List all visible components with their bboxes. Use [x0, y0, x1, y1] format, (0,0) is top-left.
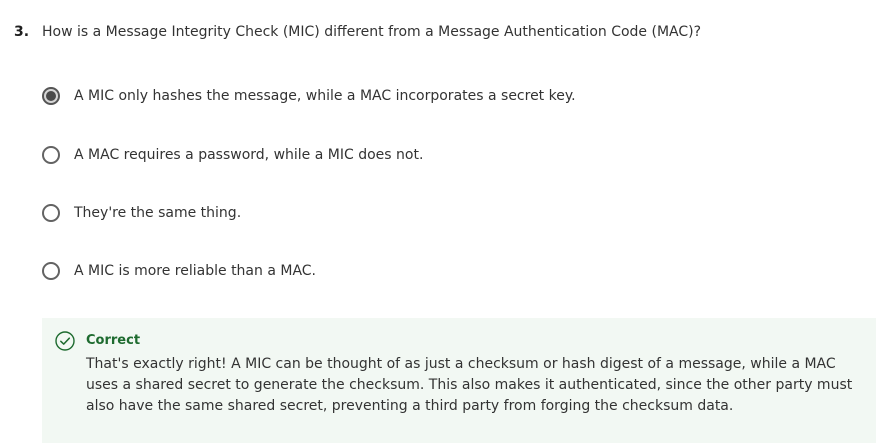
- option-label: They're the same thing.: [74, 205, 242, 221]
- question-header: 3. How is a Message Integrity Check (MIC…: [14, 22, 701, 42]
- feedback-panel: Correct That's exactly right! A MIC can …: [42, 318, 876, 443]
- option-4[interactable]: A MIC is more reliable than a MAC.: [42, 261, 316, 281]
- question-number: 3.: [14, 24, 30, 40]
- option-label: A MIC is more reliable than a MAC.: [74, 263, 316, 279]
- check-circle-icon: [55, 331, 75, 351]
- feedback-text: That's exactly right! A MIC can be thoug…: [86, 356, 853, 414]
- option-1[interactable]: A MIC only hashes the message, while a M…: [42, 86, 576, 106]
- option-2[interactable]: A MAC requires a password, while a MIC d…: [42, 145, 423, 165]
- radio-icon[interactable]: [42, 262, 60, 280]
- option-3[interactable]: They're the same thing.: [42, 203, 241, 223]
- option-label: A MAC requires a password, while a MIC d…: [74, 147, 424, 163]
- radio-selected-icon[interactable]: [42, 87, 60, 105]
- radio-icon[interactable]: [42, 204, 60, 222]
- radio-icon[interactable]: [42, 146, 60, 164]
- question-text: How is a Message Integrity Check (MIC) d…: [42, 24, 702, 40]
- feedback-status: Correct: [86, 333, 141, 348]
- option-label: A MIC only hashes the message, while a M…: [74, 88, 576, 104]
